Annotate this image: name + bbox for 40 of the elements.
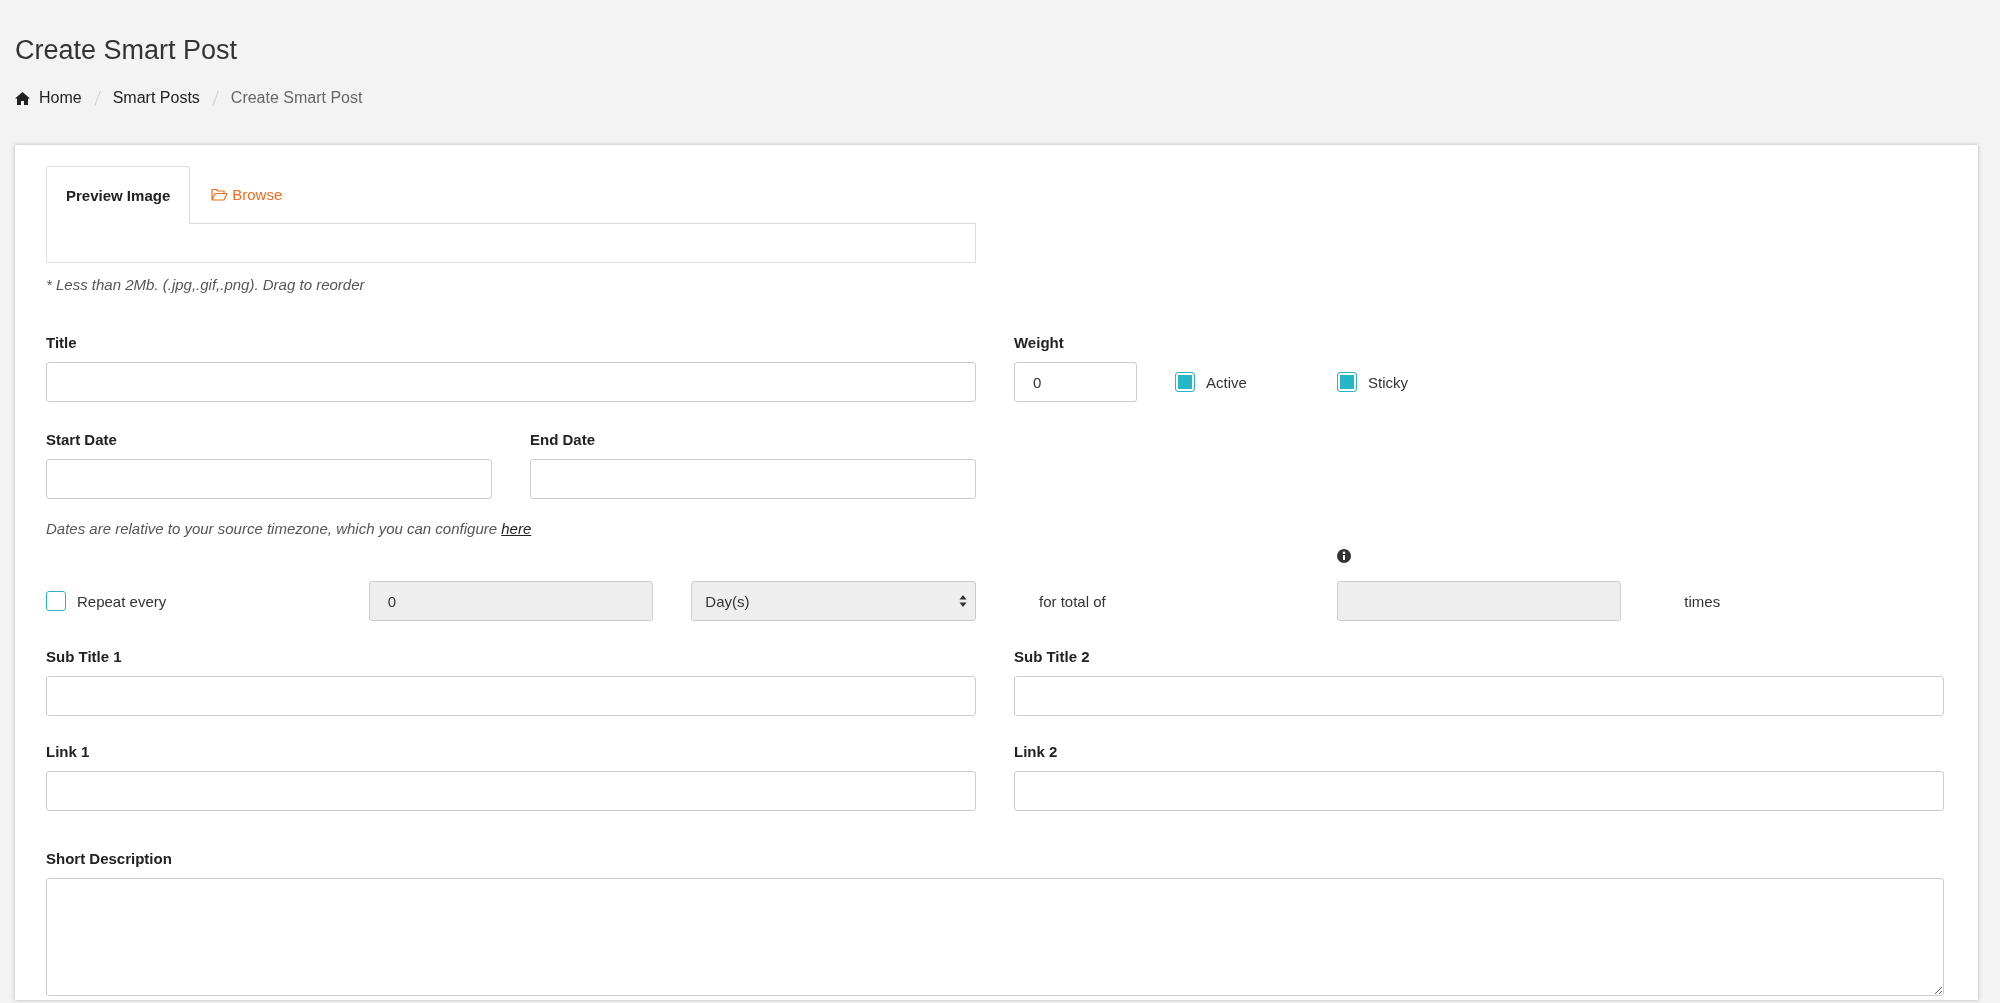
breadcrumb-current: Create Smart Post [230, 89, 363, 107]
input-field[interactable] [530, 459, 976, 499]
field-label: Title [46, 333, 77, 353]
updown-arrow-icon [959, 594, 967, 608]
checkbox-label: Active [1206, 373, 1247, 391]
input-field[interactable] [1014, 676, 1944, 716]
field-label: Link 2 [1014, 742, 1058, 762]
folder-icon [211, 187, 229, 201]
checkbox[interactable] [46, 591, 66, 611]
input-field: 0 [368, 581, 654, 621]
input-field[interactable] [46, 362, 976, 402]
help-text: Dates are relative to your source timezone, which you can configure here [46, 519, 533, 539]
tab[interactable]: Preview Image [46, 166, 191, 224]
home-icon[interactable] [15, 91, 30, 105]
text-area[interactable] [46, 878, 1944, 996]
input-field[interactable] [46, 676, 976, 716]
field-label: Sub Title 1 [46, 647, 122, 667]
breadcrumb-link[interactable]: Home [39, 89, 82, 107]
configure-link[interactable]: here [501, 520, 532, 537]
info-icon[interactable] [1336, 549, 1351, 563]
checkbox-label: Sticky [1368, 373, 1408, 391]
page-title: Create Smart Post [15, 34, 239, 66]
input-field[interactable]: 0 [1014, 362, 1137, 402]
field-label: for total of [1038, 592, 1106, 610]
field-label: End Date [530, 430, 595, 450]
input-field[interactable] [46, 459, 492, 499]
input-field[interactable] [1014, 771, 1944, 811]
field-label: Weight [1014, 333, 1064, 353]
checkbox-label: Repeat every [77, 592, 167, 610]
field-label: times [1683, 592, 1721, 610]
input-field[interactable] [46, 771, 976, 811]
field-label: Link 1 [46, 742, 90, 762]
checkbox[interactable] [1337, 372, 1357, 392]
field-label: Short Description [46, 849, 172, 869]
field-label: Sub Title 2 [1014, 647, 1090, 667]
checkbox[interactable] [1175, 372, 1195, 392]
select-field: Day(s) [691, 581, 976, 621]
breadcrumb-link[interactable]: Smart Posts [112, 89, 200, 107]
help-text: * Less than 2Mb. (.jpg,.gif,.png). Drag to reorder [46, 275, 366, 295]
field-label: Start Date [46, 430, 117, 450]
